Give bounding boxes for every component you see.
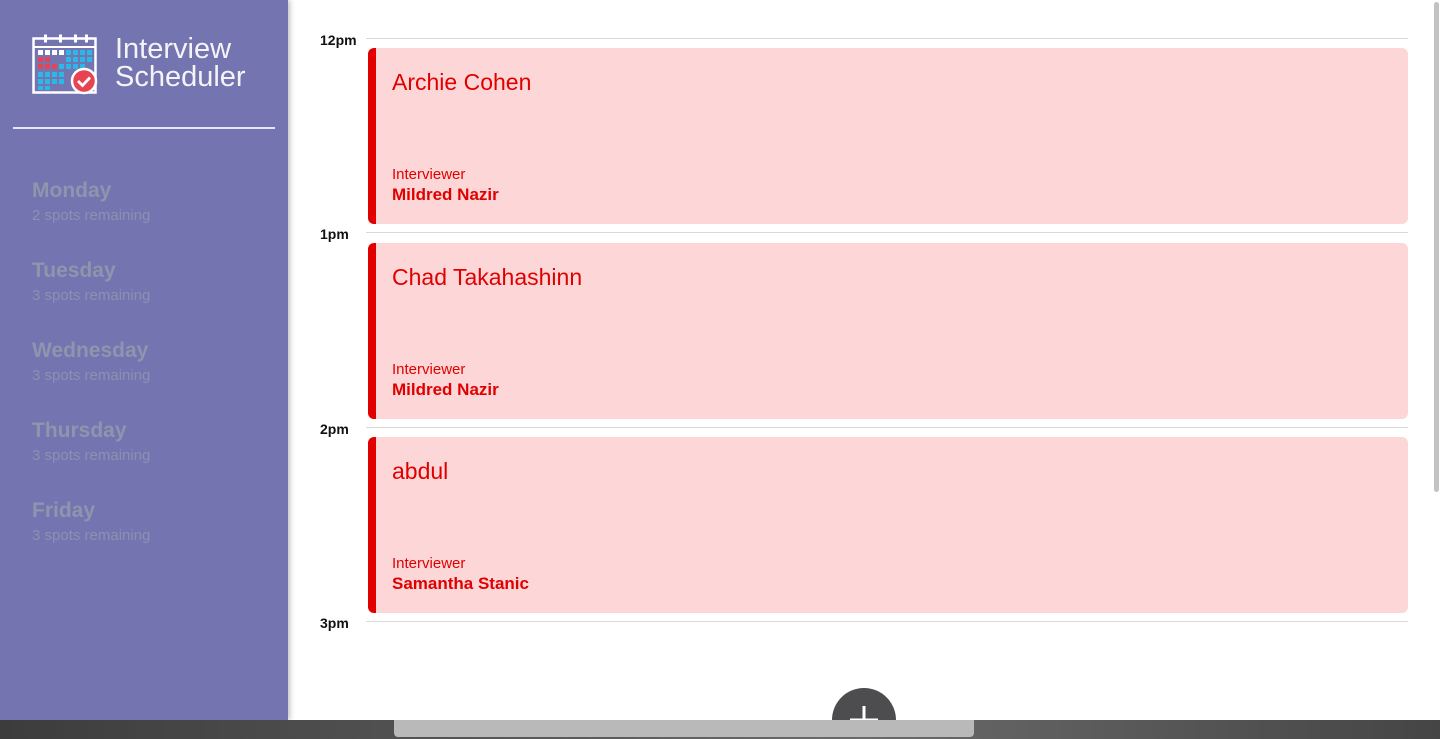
appointment-card[interactable]: Chad Takahashinn Interviewer Mildred Naz… <box>368 243 1408 419</box>
day-item-wednesday[interactable]: Wednesday 3 spots remaining <box>32 336 150 416</box>
sidebar-divider <box>13 127 275 129</box>
app-title-line1: Interview <box>115 33 232 65</box>
time-label-1pm: 1pm <box>320 226 349 242</box>
hour-divider <box>366 427 1408 428</box>
hour-divider <box>366 38 1408 39</box>
app-title-line2: Scheduler <box>115 61 246 93</box>
student-name: Archie Cohen <box>392 69 532 95</box>
day-spots-remaining: 2 spots remaining <box>32 207 151 224</box>
day-item-monday[interactable]: Monday 2 spots remaining <box>32 176 150 256</box>
day-item-thursday[interactable]: Thursday 3 spots remaining <box>32 416 150 496</box>
student-name: Chad Takahashinn <box>392 264 583 290</box>
schedule: 12pm Archie Cohen Interviewer Mildred Na… <box>288 0 1430 720</box>
time-label-2pm: 2pm <box>320 421 349 437</box>
day-item-friday[interactable]: Friday 3 spots remaining <box>32 496 150 576</box>
day-list: Monday 2 spots remaining Tuesday 3 spots… <box>32 176 150 576</box>
plus-icon <box>850 706 878 720</box>
day-item-tuesday[interactable]: Tuesday 3 spots remaining <box>32 256 150 336</box>
interviewer-label: Interviewer <box>392 361 466 378</box>
appointment-card[interactable]: abdul Interviewer Samantha Stanic <box>368 437 1408 613</box>
appointment-card[interactable]: Archie Cohen Interviewer Mildred Nazir <box>368 48 1408 224</box>
day-spots-remaining: 3 spots remaining <box>32 287 151 304</box>
app-window: Interview Scheduler Monday 2 spots remai… <box>0 0 1440 720</box>
interviewer-label: Interviewer <box>392 555 466 572</box>
day-name: Thursday <box>32 419 127 442</box>
desktop-taskbar <box>394 720 974 737</box>
sidebar: Interview Scheduler Monday 2 spots remai… <box>0 0 288 720</box>
hour-divider <box>366 621 1408 622</box>
interviewer-label: Interviewer <box>392 166 466 183</box>
app-title: Interview Scheduler <box>115 33 246 93</box>
time-label-3pm: 3pm <box>320 615 349 631</box>
scrollbar[interactable] <box>1432 0 1440 720</box>
day-spots-remaining: 3 spots remaining <box>32 447 151 464</box>
add-appointment-button[interactable] <box>832 688 896 720</box>
day-spots-remaining: 3 spots remaining <box>32 527 151 544</box>
interviewer-name: Mildred Nazir <box>392 185 499 204</box>
brand: Interview Scheduler <box>32 34 246 95</box>
day-spots-remaining: 3 spots remaining <box>32 367 151 384</box>
scrollbar-thumb[interactable] <box>1434 2 1439 492</box>
day-name: Monday <box>32 179 112 202</box>
day-name: Wednesday <box>32 339 149 362</box>
student-name: abdul <box>392 458 449 484</box>
day-name: Tuesday <box>32 259 116 282</box>
interviewer-name: Mildred Nazir <box>392 380 499 399</box>
day-name: Friday <box>32 499 96 522</box>
time-label-12pm: 12pm <box>320 32 357 48</box>
calendar-check-icon <box>32 34 98 95</box>
interviewer-name: Samantha Stanic <box>392 574 529 593</box>
hour-divider <box>366 232 1408 233</box>
